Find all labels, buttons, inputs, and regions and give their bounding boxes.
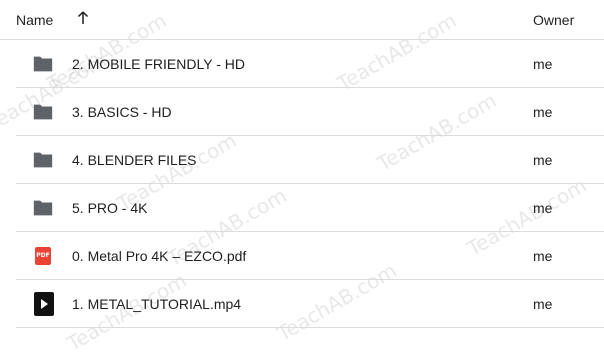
file-row[interactable]: 5. PRO - 4K me: [16, 184, 604, 232]
pdf-icon: PDF: [35, 247, 51, 265]
folder-icon: [33, 200, 53, 216]
file-owner: me: [533, 56, 553, 72]
file-list-header: Name Owner: [0, 0, 604, 40]
file-owner: me: [533, 152, 553, 168]
file-name: 0. Metal Pro 4K – EZCO.pdf: [72, 248, 247, 264]
file-row[interactable]: 3. BASICS - HD me: [16, 88, 604, 136]
file-name: 4. BLENDER FILES: [72, 152, 197, 168]
folder-icon: [33, 152, 53, 168]
file-row[interactable]: 2. MOBILE FRIENDLY - HD me: [16, 40, 604, 88]
folder-icon: [33, 56, 53, 72]
file-name: 5. PRO - 4K: [72, 200, 148, 216]
file-owner: me: [533, 104, 553, 120]
arrow-up-icon[interactable]: [74, 9, 92, 27]
folder-icon: [33, 104, 53, 120]
column-header-name[interactable]: Name: [16, 12, 53, 28]
file-row[interactable]: PDF 0. Metal Pro 4K – EZCO.pdf me: [16, 232, 604, 280]
file-row[interactable]: 1. METAL_TUTORIAL.mp4 me: [16, 280, 604, 328]
file-owner: me: [533, 248, 553, 264]
file-owner: me: [533, 200, 553, 216]
file-owner: me: [533, 296, 553, 312]
video-icon: [34, 292, 54, 316]
play-icon: [41, 299, 48, 309]
file-name: 3. BASICS - HD: [72, 104, 172, 120]
file-name: 2. MOBILE FRIENDLY - HD: [72, 56, 245, 72]
file-name: 1. METAL_TUTORIAL.mp4: [72, 296, 242, 312]
column-header-owner[interactable]: Owner: [533, 12, 574, 28]
file-row[interactable]: 4. BLENDER FILES me: [16, 136, 604, 184]
